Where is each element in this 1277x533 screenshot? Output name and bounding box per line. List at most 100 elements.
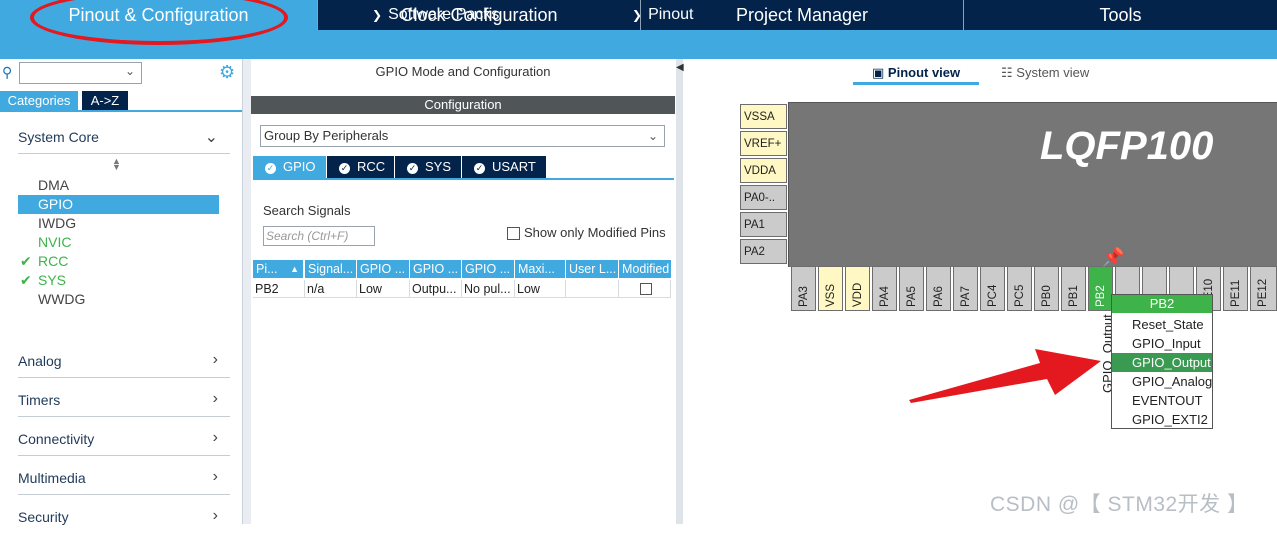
- menu-item-gpio-input[interactable]: GPIO_Input: [1112, 334, 1212, 353]
- table-cell-pull[interactable]: No pul...: [462, 280, 515, 298]
- table-cell-pin[interactable]: PB2: [253, 280, 305, 298]
- core-item-dma[interactable]: DMA: [18, 176, 219, 195]
- tab-underline: [0, 110, 243, 112]
- pin-pe12[interactable]: PE12: [1250, 266, 1277, 311]
- group-by-select[interactable]: Group By Peripherals ⌄: [260, 125, 665, 147]
- show-modified-checkbox[interactable]: [507, 227, 520, 240]
- tab-pinout-view[interactable]: ▣ Pinout view: [872, 65, 960, 81]
- pin-pe11[interactable]: PE11: [1223, 266, 1248, 311]
- core-item-nvic[interactable]: NVIC: [18, 233, 219, 252]
- configuration-bar: Configuration: [251, 96, 675, 114]
- tab-rcc[interactable]: ✓ RCC: [327, 156, 394, 178]
- search-signals-label: Search Signals: [263, 203, 351, 218]
- column-header-signal[interactable]: Signal...: [305, 260, 357, 278]
- column-header-user-label[interactable]: User L...: [566, 260, 619, 278]
- sort-ascending-icon: ▲: [290, 264, 299, 274]
- watermark: CSDN @【 STM32开发 】: [990, 493, 1249, 516]
- chevron-down-icon: ⌄: [124, 64, 135, 78]
- chevron-down-icon: ⌄: [204, 129, 218, 146]
- pin-pa0[interactable]: PA0-..: [740, 185, 787, 210]
- pushpin-icon[interactable]: 📌: [1102, 247, 1124, 268]
- menu-item-reset-state[interactable]: Reset_State: [1112, 315, 1212, 334]
- chevron-right-icon: ›: [212, 507, 218, 524]
- menu-item-eventout[interactable]: EVENTOUT: [1112, 391, 1212, 410]
- pin-vdda[interactable]: VDDA: [740, 158, 787, 183]
- pin-pb2[interactable]: PB2: [1088, 266, 1113, 311]
- column-header-modified[interactable]: Modified: [619, 260, 671, 278]
- category-security[interactable]: Security ›: [18, 507, 230, 533]
- core-item-iwdg[interactable]: IWDG: [18, 214, 219, 233]
- category-analog[interactable]: Analog ›: [18, 351, 230, 378]
- chevron-right-icon: ›: [212, 390, 218, 407]
- pin-pa3[interactable]: PA3: [791, 266, 816, 311]
- menu-item-gpio-exti2[interactable]: GPIO_EXTI2: [1112, 410, 1212, 429]
- search-signals-input[interactable]: Search (Ctrl+F): [263, 226, 375, 246]
- gear-icon[interactable]: ⚙: [219, 62, 235, 83]
- column-header-pin[interactable]: Pi... ▲: [253, 260, 304, 278]
- core-item-gpio[interactable]: GPIO: [18, 195, 219, 214]
- menu-item-gpio-analog[interactable]: GPIO_Analog: [1112, 372, 1212, 391]
- check-circle-icon: ✓: [474, 163, 485, 174]
- menu-title: PB2: [1112, 295, 1212, 313]
- pin-pa1[interactable]: PA1: [740, 212, 787, 237]
- category-multimedia[interactable]: Multimedia ›: [18, 468, 230, 495]
- pin-vref-plus[interactable]: VREF+: [740, 131, 787, 156]
- tab-categories[interactable]: Categories: [0, 91, 78, 110]
- chip-icon: ▣: [872, 65, 888, 80]
- panel-splitter[interactable]: [676, 59, 683, 524]
- pin-vdd[interactable]: VDD: [845, 266, 870, 311]
- list-icon: ☷: [1001, 65, 1017, 80]
- table-cell-output-level[interactable]: Low: [357, 280, 410, 298]
- column-header-gpio-output-level[interactable]: GPIO ...: [357, 260, 410, 278]
- category-system-core[interactable]: System Core ⌄: [18, 129, 230, 154]
- pin-pc5[interactable]: PC5: [1007, 266, 1032, 311]
- chevron-right-icon: ›: [212, 468, 218, 485]
- core-item-rcc[interactable]: ✔ RCC: [18, 252, 219, 271]
- search-combo[interactable]: ⌄: [19, 62, 142, 84]
- sort-icon[interactable]: ▲ ▼: [112, 157, 121, 172]
- column-header-max-speed[interactable]: Maxi...: [515, 260, 566, 278]
- column-header-gpio-mode[interactable]: GPIO ...: [410, 260, 462, 278]
- modified-checkbox[interactable]: [640, 283, 652, 295]
- category-timers[interactable]: Timers ›: [18, 390, 230, 417]
- pin-pa2[interactable]: PA2: [740, 239, 787, 264]
- chip-package-label: LQFP100: [1040, 124, 1214, 168]
- chevron-right-icon: ›: [212, 429, 218, 446]
- panel-splitter[interactable]: [242, 59, 251, 524]
- search-icon[interactable]: ⚲: [2, 64, 12, 81]
- pin-pa5[interactable]: PA5: [899, 266, 924, 311]
- pin-context-menu: PB2 Reset_State GPIO_Input GPIO_Output G…: [1111, 294, 1213, 429]
- tab-underline: [253, 178, 674, 180]
- pinout-menu[interactable]: ❯ Pinout: [632, 0, 693, 29]
- tab-system-view[interactable]: ☷ System view: [1001, 65, 1089, 81]
- tab-usart[interactable]: ✓ USART: [462, 156, 546, 178]
- table-cell-max-speed[interactable]: Low: [515, 280, 566, 298]
- tab-gpio[interactable]: ✓ GPIO: [253, 156, 326, 178]
- check-circle-icon: ✓: [339, 163, 350, 174]
- core-item-wwdg[interactable]: WWDG: [18, 290, 219, 309]
- table-cell-mode[interactable]: Outpu...: [410, 280, 462, 298]
- pin-pa7[interactable]: PA7: [953, 266, 978, 311]
- collapse-arrow-icon[interactable]: ◀: [676, 62, 684, 73]
- column-header-gpio-pull[interactable]: GPIO ...: [462, 260, 515, 278]
- annotation-arrow: [909, 349, 1101, 403]
- pin-pa6[interactable]: PA6: [926, 266, 951, 311]
- pin-vssa[interactable]: VSSA: [740, 104, 787, 129]
- pin-pa4[interactable]: PA4: [872, 266, 897, 311]
- pin-pc4[interactable]: PC4: [980, 266, 1005, 311]
- core-item-sys[interactable]: ✔ SYS: [18, 271, 219, 290]
- table-cell-signal[interactable]: n/a: [305, 280, 357, 298]
- tab-a-to-z[interactable]: A->Z: [82, 91, 128, 110]
- tab-underline: [853, 82, 979, 85]
- category-connectivity[interactable]: Connectivity ›: [18, 429, 230, 456]
- pin-pb1[interactable]: PB1: [1061, 266, 1086, 311]
- menu-item-gpio-output[interactable]: GPIO_Output: [1112, 353, 1212, 372]
- pin-vss[interactable]: VSS: [818, 266, 843, 311]
- tab-sys[interactable]: ✓ SYS: [395, 156, 461, 178]
- software-packs-menu[interactable]: ❯ Software Packs: [372, 0, 499, 29]
- tab-tools[interactable]: Tools: [964, 0, 1277, 30]
- pin-pb0[interactable]: PB0: [1034, 266, 1059, 311]
- table-cell-user-label[interactable]: [566, 280, 619, 298]
- check-circle-icon: ✓: [265, 163, 276, 174]
- chevron-down-icon: ❯: [372, 8, 383, 22]
